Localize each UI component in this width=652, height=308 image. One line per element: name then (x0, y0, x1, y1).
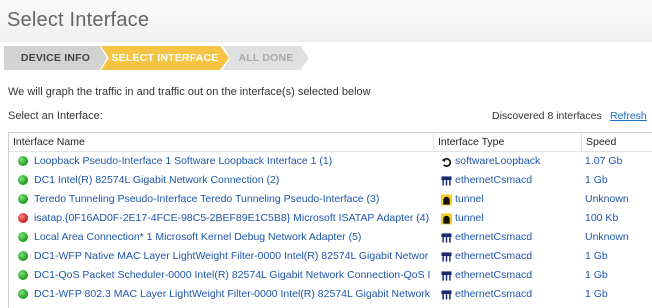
table-row[interactable]: DC1-WFP 802.3 MAC Layer LightWeight Filt… (9, 285, 652, 303)
interface-name[interactable]: DC1-WFP Native MAC Layer LightWeight Fil… (34, 247, 432, 265)
interface-name[interactable]: isatap.{0F16AD0F-2E17-4FCE-98C5-2BEF89E1… (34, 209, 432, 227)
interface-speed[interactable]: 1 Gb (585, 171, 651, 189)
table-row[interactable]: Local Area Connection* 1 Microsoft Kerne… (9, 228, 652, 246)
status-up-icon (18, 175, 28, 185)
status-up-icon (18, 232, 28, 242)
intro-text: We will graph the traffic in and traffic… (8, 86, 371, 98)
wizard-steps: DEVICE INFO SELECT INTERFACE ALL DONE (4, 46, 314, 70)
wizard-step-device-info[interactable]: DEVICE INFO (4, 46, 107, 70)
interface-type[interactable]: tunnel (455, 190, 580, 208)
status-down-icon (18, 213, 28, 223)
interface-type[interactable]: ethernetCsmacd (455, 266, 580, 284)
ethernet-icon (441, 269, 452, 281)
wizard-step-select-interface[interactable]: SELECT INTERFACE (101, 46, 229, 70)
status-up-icon (18, 270, 28, 280)
loopback-icon (441, 155, 452, 167)
interface-speed[interactable]: 1 Gb (585, 247, 651, 265)
interface-name[interactable]: Teredo Tunneling Pseudo-Interface Teredo… (34, 190, 432, 208)
interface-speed[interactable]: 100 Kb (585, 209, 651, 227)
interface-speed[interactable]: Unknown (585, 190, 651, 208)
ethernet-icon (441, 174, 452, 186)
status-up-icon (18, 194, 28, 204)
page-title: Select Interface (7, 9, 150, 31)
tunnel-icon (441, 193, 452, 206)
interface-name[interactable]: DC1 Intel(R) 82574L Gigabit Network Conn… (34, 171, 432, 189)
select-interface-label: Select an Interface: (8, 110, 103, 122)
ethernet-icon (441, 250, 452, 262)
column-header-speed[interactable]: Speed (582, 133, 652, 151)
table-row[interactable]: isatap.{0F16AD0F-2E17-4FCE-98C5-2BEF89E1… (9, 209, 652, 227)
status-up-icon (18, 251, 28, 261)
wizard-step-all-done: ALL DONE (223, 46, 309, 70)
interface-speed[interactable]: Unknown (585, 228, 651, 246)
interface-type[interactable]: ethernetCsmacd (455, 247, 580, 265)
refresh-link[interactable]: Refresh (610, 110, 647, 122)
discovered-count: Discovered 8 interfaces (492, 110, 602, 122)
interface-table: Interface Name Interface Type Speed Loop… (8, 132, 652, 308)
interface-type[interactable]: ethernetCsmacd (455, 171, 580, 189)
table-header: Interface Name Interface Type Speed (9, 133, 652, 152)
ethernet-icon (441, 288, 452, 300)
tunnel-icon (441, 212, 452, 225)
interface-speed[interactable]: 1.07 Gb (585, 152, 651, 170)
interface-name[interactable]: Loopback Pseudo-Interface 1 Software Loo… (34, 152, 432, 170)
interface-name[interactable]: DC1-WFP 802.3 MAC Layer LightWeight Filt… (34, 285, 432, 303)
table-row[interactable]: Loopback Pseudo-Interface 1 Software Loo… (9, 152, 652, 170)
interface-name[interactable]: Local Area Connection* 1 Microsoft Kerne… (34, 228, 432, 246)
interface-type[interactable]: ethernetCsmacd (455, 285, 580, 303)
interface-speed[interactable]: 1 Gb (585, 285, 651, 303)
column-header-interface-name[interactable]: Interface Name (9, 133, 434, 151)
table-row[interactable]: DC1-WFP Native MAC Layer LightWeight Fil… (9, 247, 652, 265)
interface-type[interactable]: tunnel (455, 209, 580, 227)
table-row[interactable]: DC1 Intel(R) 82574L Gigabit Network Conn… (9, 171, 652, 189)
interface-name[interactable]: DC1-QoS Packet Scheduler-0000 Intel(R) 8… (34, 266, 432, 284)
interface-speed[interactable]: 1 Gb (585, 266, 651, 284)
table-row[interactable]: DC1-QoS Packet Scheduler-0000 Intel(R) 8… (9, 266, 652, 284)
interface-type[interactable]: softwareLoopback (455, 152, 580, 170)
status-up-icon (18, 289, 28, 299)
status-up-icon (18, 156, 28, 166)
ethernet-icon (441, 231, 452, 243)
table-row[interactable]: Teredo Tunneling Pseudo-Interface Teredo… (9, 190, 652, 208)
interface-type[interactable]: ethernetCsmacd (455, 228, 580, 246)
column-header-interface-type[interactable]: Interface Type (434, 133, 582, 151)
title-bar: Select Interface (0, 0, 652, 42)
